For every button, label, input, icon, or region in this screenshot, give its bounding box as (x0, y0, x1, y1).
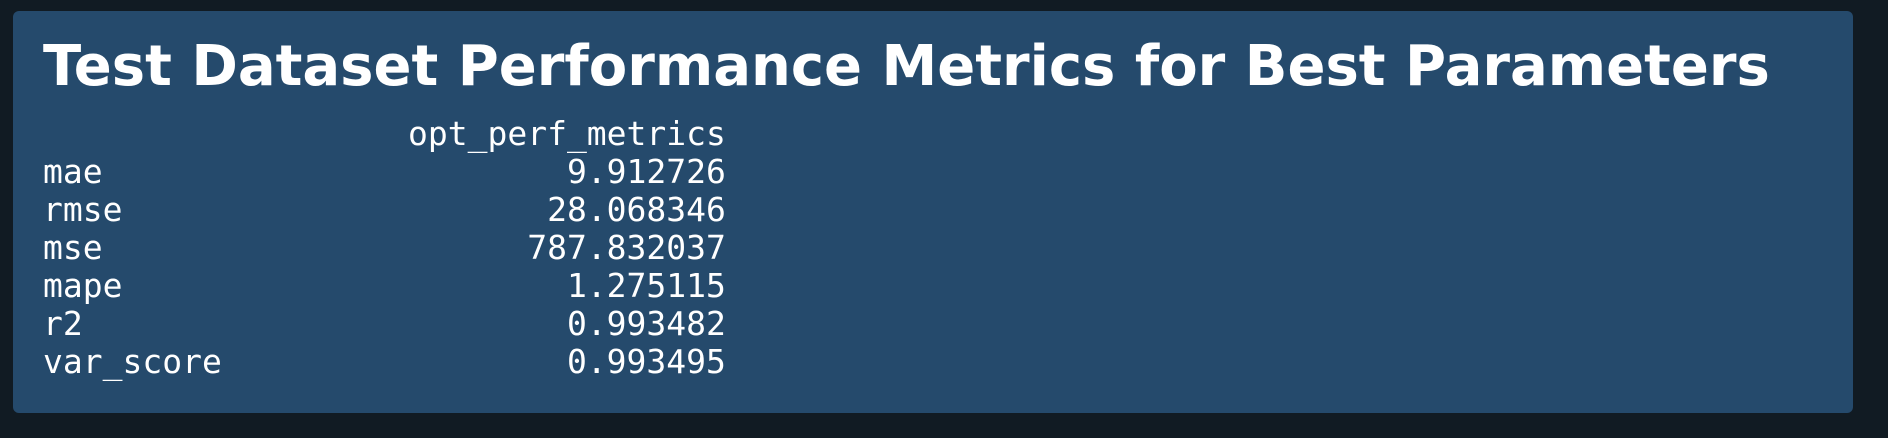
metric-label: r2 (43, 304, 83, 343)
metrics-panel: Test Dataset Performance Metrics for Bes… (13, 11, 1853, 413)
table-row: r2 0.993482 (43, 305, 726, 343)
table-row: mse 787.832037 (43, 229, 726, 267)
metric-label: rmse (43, 190, 123, 229)
metrics-table: opt_perf_metrics mae 9.912726 rmse 28.06… (43, 115, 726, 381)
table-row: rmse 28.068346 (43, 191, 726, 229)
table-header-row: opt_perf_metrics (43, 115, 726, 153)
table-row: mae 9.912726 (43, 153, 726, 191)
index-header (43, 115, 408, 153)
metric-value: 0.993495 (566, 342, 726, 381)
metric-label: mae (43, 152, 103, 191)
metric-label: mape (43, 266, 123, 305)
panel-title: Test Dataset Performance Metrics for Bes… (43, 34, 1770, 99)
metric-value: 9.912726 (566, 152, 726, 191)
metric-label: var_score (43, 342, 222, 381)
metric-value: 0.993482 (566, 304, 726, 343)
metric-value: 787.832037 (527, 228, 726, 267)
metric-value: 28.068346 (547, 190, 726, 229)
table-row: var_score 0.993495 (43, 343, 726, 381)
table-row: mape 1.275115 (43, 267, 726, 305)
metric-label: mse (43, 228, 103, 267)
metric-value: 1.275115 (566, 266, 726, 305)
column-header: opt_perf_metrics (408, 114, 726, 153)
